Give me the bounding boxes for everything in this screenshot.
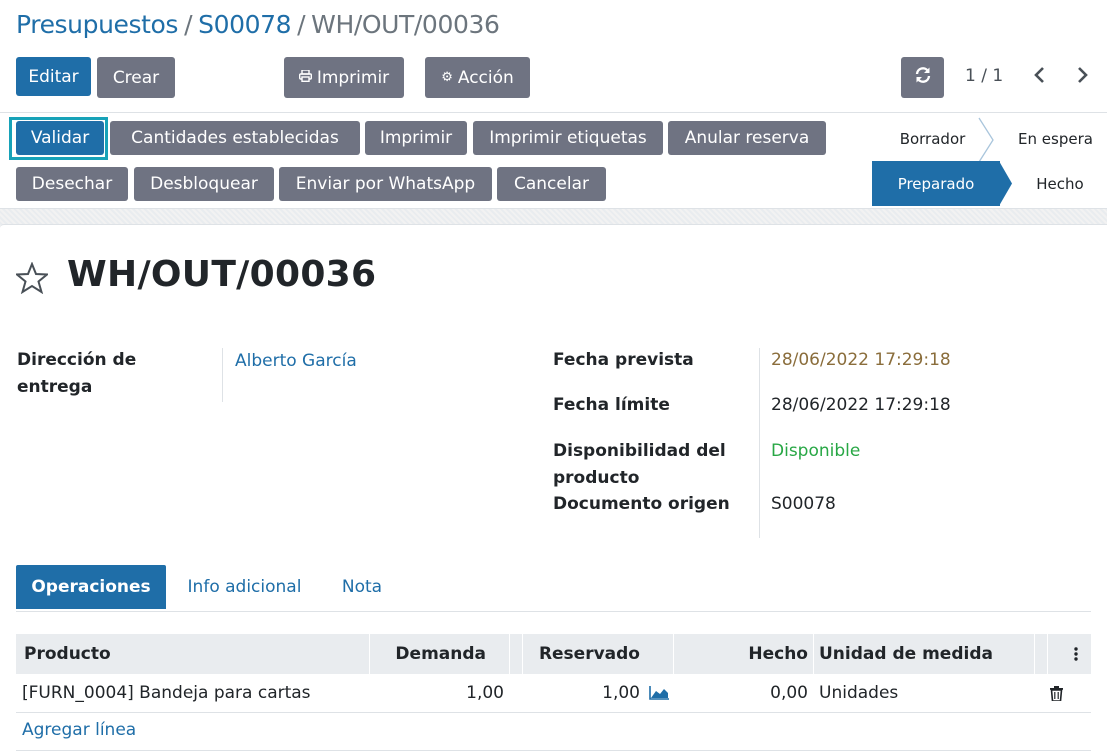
row-done: 0,00 <box>770 683 808 703</box>
next-record-icon[interactable] <box>1076 64 1090 92</box>
availability-value: Disponible <box>771 441 861 461</box>
delivery-address-label: Dirección de entrega <box>17 350 137 397</box>
stage-ready[interactable]: Preparado <box>872 161 1000 206</box>
pager-value[interactable]: 1 / 1 <box>965 66 1003 86</box>
forecast-chart-icon[interactable] <box>649 674 670 712</box>
row-product: [FURN_0004] Bandeja para cartas <box>22 683 311 703</box>
column-divider <box>813 634 814 674</box>
send-whatsapp-button[interactable]: Enviar por WhatsApp <box>279 167 492 201</box>
column-header-demand[interactable]: Demanda <box>370 634 486 674</box>
unlock-button[interactable]: Desbloquear <box>134 167 274 201</box>
validate-button[interactable]: Validar <box>16 121 104 155</box>
breadcrumb-presupuestos[interactable]: Presupuestos <box>16 10 178 39</box>
table-bottom-border <box>16 750 1091 751</box>
column-divider <box>1034 634 1035 674</box>
breadcrumb-separator: / <box>297 10 306 39</box>
availability-label: Disponibilidad del producto <box>553 441 726 488</box>
record-title: WH/OUT/00036 <box>67 254 377 295</box>
column-header-reserved[interactable]: Reservado <box>523 634 640 674</box>
action-dropdown-button[interactable]: ⚙ Acción <box>425 57 530 98</box>
tab-additional-info[interactable]: Info adicional <box>174 565 315 609</box>
print-icon <box>298 68 312 86</box>
deadline-label: Fecha límite <box>553 395 670 415</box>
scheduled-date-label: Fecha prevista <box>553 350 694 370</box>
origin-value: S00078 <box>771 494 836 514</box>
stage-arrow-separator <box>978 117 994 163</box>
refresh-icon <box>914 66 932 89</box>
breadcrumb-current: WH/OUT/00036 <box>311 10 500 39</box>
column-divider <box>509 634 510 674</box>
create-button[interactable]: Crear <box>97 57 175 98</box>
previous-record-icon[interactable] <box>1032 64 1046 92</box>
tab-note[interactable]: Nota <box>326 565 398 609</box>
print-label: Imprimir <box>316 67 390 88</box>
print-dropdown-button[interactable]: Imprimir <box>284 57 404 98</box>
refresh-button[interactable] <box>901 57 944 98</box>
column-header-uom[interactable]: Unidad de medida <box>819 634 993 674</box>
column-header-done[interactable]: Hecho <box>674 634 808 674</box>
scheduled-date-value: 28/06/2022 17:29:18 <box>771 350 951 370</box>
row-uom: Unidades <box>819 683 899 703</box>
stage-draft[interactable]: Borrador <box>880 119 985 159</box>
add-line-link[interactable]: Agregar línea <box>22 720 136 740</box>
control-panel: Presupuestos / S00078/WH/OUT/00036 Editar … <box>0 0 1107 112</box>
favorite-star-icon[interactable] <box>14 261 50 300</box>
notebook-tabs: Operaciones Info adicional Nota <box>16 565 1091 612</box>
deadline-value: 28/06/2022 17:29:18 <box>771 395 951 415</box>
delivery-address-value[interactable]: Alberto García <box>235 348 357 375</box>
breadcrumb: Presupuestos / S00078/WH/OUT/00036 <box>16 10 500 39</box>
optional-columns-icon[interactable] <box>1074 634 1078 674</box>
print-labels-button[interactable]: Imprimir etiquetas <box>473 121 663 155</box>
tab-operations[interactable]: Operaciones <box>16 565 166 609</box>
table-header: Producto Demanda Reservado Hecho Unidad … <box>16 634 1091 674</box>
scrap-button[interactable]: Desechar <box>16 167 128 201</box>
print-button[interactable]: Imprimir <box>365 121 467 155</box>
stage-waiting[interactable]: En espera <box>1004 119 1107 159</box>
edit-button[interactable]: Editar <box>16 57 91 96</box>
stage-active-arrow <box>999 161 1012 206</box>
status-bar: Validar Cantidades establecidas Imprimir… <box>0 112 1107 209</box>
breadcrumb-separator: / <box>184 10 193 39</box>
table-row[interactable]: [FURN_0004] Bandeja para cartas 1,00 1,0… <box>16 674 1091 713</box>
row-reserved: 1,00 <box>602 683 640 703</box>
column-header-product[interactable]: Producto <box>24 634 111 674</box>
gear-icon: ⚙ <box>441 70 453 85</box>
trash-icon[interactable] <box>1050 674 1063 712</box>
action-label: Acción <box>457 67 514 88</box>
field-divider <box>222 348 223 402</box>
field-divider <box>759 348 760 538</box>
set-quantities-button[interactable]: Cantidades establecidas <box>110 121 360 155</box>
column-divider <box>1047 634 1048 674</box>
row-demand: 1,00 <box>466 683 504 703</box>
cancel-button[interactable]: Cancelar <box>497 167 606 201</box>
unreserve-button[interactable]: Anular reserva <box>668 121 826 155</box>
breadcrumb-sale-order[interactable]: S00078 <box>198 10 291 39</box>
origin-label: Documento origen <box>553 494 730 514</box>
stage-done[interactable]: Hecho <box>1013 161 1107 206</box>
